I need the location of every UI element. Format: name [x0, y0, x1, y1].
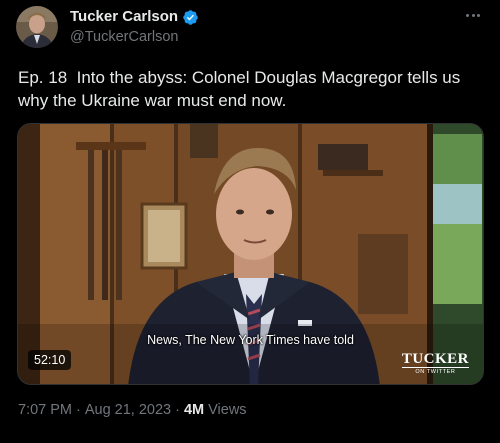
- verified-badge-icon: [182, 9, 199, 26]
- more-options-icon[interactable]: [462, 6, 484, 24]
- tweet-time[interactable]: 7:07 PM: [18, 402, 72, 418]
- meta-separator: ·: [76, 402, 81, 418]
- channel-logo-subtitle: ON TWITTER: [401, 367, 469, 376]
- tweet-date[interactable]: Aug 21, 2023: [85, 402, 171, 418]
- author-handle[interactable]: @TuckerCarlson: [70, 29, 178, 45]
- author-display-name[interactable]: Tucker Carlson: [70, 8, 178, 26]
- tweet-meta: 7:07 PM · Aug 21, 2023 · 4M Views: [18, 402, 247, 418]
- video-duration-badge: 52:10: [28, 350, 72, 370]
- views-count[interactable]: 4M: [184, 402, 204, 418]
- meta-separator: ·: [175, 402, 180, 418]
- tweet-text: Ep. 18 Into the abyss: Colonel Douglas M…: [18, 68, 465, 110]
- channel-logo-title: TUCKER: [401, 351, 469, 367]
- video-player[interactable]: News, The New York Times have told 52:10…: [17, 123, 484, 385]
- views-label: Views: [208, 402, 247, 418]
- video-caption: News, The New York Times have told: [147, 333, 354, 347]
- author-name-row: Tucker Carlson: [70, 8, 199, 26]
- avatar[interactable]: [16, 6, 58, 48]
- tweet: Tucker Carlson @TuckerCarlson Ep. 18 Int…: [0, 0, 500, 443]
- channel-logo: TUCKER ON TWITTER: [401, 351, 469, 376]
